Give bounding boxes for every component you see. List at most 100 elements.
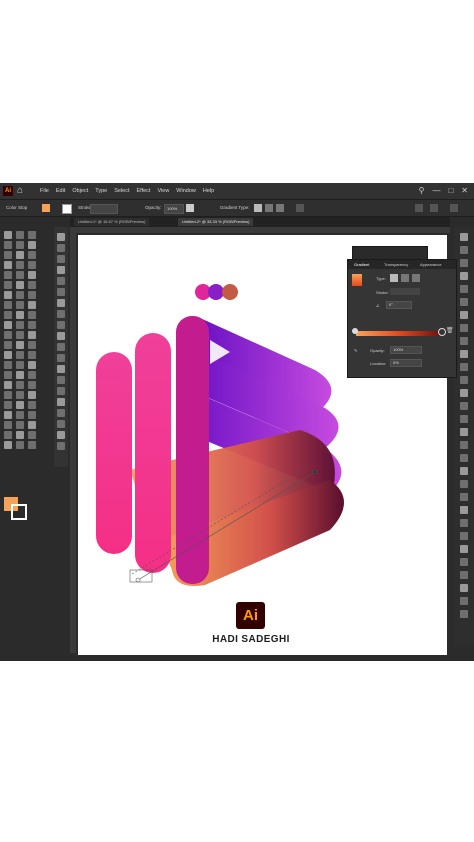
left-tool-icon[interactable] bbox=[16, 281, 24, 289]
left-tool-icon[interactable] bbox=[4, 351, 12, 359]
right-tool-icon[interactable] bbox=[460, 298, 468, 306]
maximize-icon[interactable]: □ bbox=[448, 185, 453, 196]
left-tool-icon[interactable] bbox=[28, 361, 36, 369]
opacity-field[interactable]: 100% bbox=[164, 204, 184, 214]
logo-artwork[interactable] bbox=[78, 235, 447, 655]
left-tool-icon[interactable] bbox=[4, 421, 12, 429]
left-tool-icon[interactable] bbox=[4, 331, 12, 339]
stroke-swatch[interactable] bbox=[62, 204, 72, 214]
right-tool-icon[interactable] bbox=[460, 324, 468, 332]
left-tool-icon[interactable] bbox=[16, 391, 24, 399]
left-tool-icon[interactable] bbox=[4, 361, 12, 369]
close-icon[interactable]: ✕ bbox=[461, 185, 468, 196]
left-tool-icon[interactable] bbox=[4, 441, 12, 449]
left-tool-icon[interactable] bbox=[28, 241, 36, 249]
left-tool-icon[interactable] bbox=[16, 321, 24, 329]
style-icon[interactable] bbox=[186, 204, 194, 212]
right-tool-icon[interactable] bbox=[460, 285, 468, 293]
menu-select[interactable]: Select bbox=[114, 188, 129, 194]
align-icon[interactable] bbox=[415, 204, 423, 212]
secondary-tool-icon[interactable] bbox=[57, 244, 65, 252]
menu-file[interactable]: File bbox=[40, 188, 49, 194]
left-tool-icon[interactable] bbox=[16, 431, 24, 439]
panel-menu-icon[interactable] bbox=[430, 204, 438, 212]
left-tool-icon[interactable] bbox=[16, 371, 24, 379]
left-tool-icon[interactable] bbox=[4, 301, 12, 309]
left-tool-icon[interactable] bbox=[4, 271, 12, 279]
secondary-tool-icon[interactable] bbox=[57, 376, 65, 384]
left-tool-icon[interactable] bbox=[16, 411, 24, 419]
delete-stop-icon[interactable]: 🗑 bbox=[446, 327, 454, 334]
left-tool-icon[interactable] bbox=[4, 261, 12, 269]
right-tool-icon[interactable] bbox=[460, 389, 468, 397]
left-tool-icon[interactable] bbox=[4, 311, 12, 319]
left-tool-icon[interactable] bbox=[16, 361, 24, 369]
left-tool-icon[interactable] bbox=[4, 431, 12, 439]
menu-edit[interactable]: Edit bbox=[56, 188, 65, 194]
left-tool-icon[interactable] bbox=[16, 441, 24, 449]
left-tool-icon[interactable] bbox=[28, 401, 36, 409]
left-tool-icon[interactable] bbox=[16, 251, 24, 259]
secondary-tool-icon[interactable] bbox=[57, 310, 65, 318]
tab-untitled-1[interactable]: Untitled-1* @ 16.67 % (RGB/Preview) bbox=[74, 218, 150, 226]
right-tool-icon[interactable] bbox=[460, 272, 468, 280]
secondary-tool-icon[interactable] bbox=[57, 365, 65, 373]
right-tool-icon[interactable] bbox=[460, 441, 468, 449]
left-tool-icon[interactable] bbox=[28, 371, 36, 379]
secondary-tool-icon[interactable] bbox=[57, 398, 65, 406]
right-tool-icon[interactable] bbox=[460, 532, 468, 540]
secondary-tool-icon[interactable] bbox=[57, 299, 65, 307]
left-tool-icon[interactable] bbox=[28, 331, 36, 339]
right-tool-icon[interactable] bbox=[460, 350, 468, 358]
left-tool-icon[interactable] bbox=[28, 301, 36, 309]
left-tool-icon[interactable] bbox=[4, 321, 12, 329]
left-tool-icon[interactable] bbox=[28, 341, 36, 349]
left-tool-icon[interactable] bbox=[4, 401, 12, 409]
left-tool-icon[interactable] bbox=[4, 391, 12, 399]
left-tool-icon[interactable] bbox=[16, 351, 24, 359]
secondary-tool-icon[interactable] bbox=[57, 354, 65, 362]
secondary-tool-icon[interactable] bbox=[57, 332, 65, 340]
home-icon[interactable]: ⌂ bbox=[17, 185, 28, 196]
right-tool-icon[interactable] bbox=[460, 402, 468, 410]
left-tool-icon[interactable] bbox=[28, 411, 36, 419]
secondary-tool-icon[interactable] bbox=[57, 442, 65, 450]
secondary-tool-icon[interactable] bbox=[57, 255, 65, 263]
left-tool-icon[interactable] bbox=[4, 411, 12, 419]
left-tool-icon[interactable] bbox=[16, 271, 24, 279]
freeform-gradient-icon[interactable] bbox=[276, 204, 284, 212]
left-tool-icon[interactable] bbox=[16, 421, 24, 429]
left-tool-icon[interactable] bbox=[28, 261, 36, 269]
stroke-color-swatch[interactable] bbox=[11, 504, 27, 520]
left-tool-icon[interactable] bbox=[28, 271, 36, 279]
right-tool-icon[interactable] bbox=[460, 467, 468, 475]
left-tool-icon[interactable] bbox=[16, 241, 24, 249]
secondary-tool-icon[interactable] bbox=[57, 409, 65, 417]
left-tool-icon[interactable] bbox=[28, 281, 36, 289]
right-tool-icon[interactable] bbox=[460, 519, 468, 527]
right-tool-icon[interactable] bbox=[460, 493, 468, 501]
left-tool-icon[interactable] bbox=[4, 291, 12, 299]
left-tool-icon[interactable] bbox=[4, 371, 12, 379]
left-tool-icon[interactable] bbox=[4, 281, 12, 289]
left-tool-icon[interactable] bbox=[28, 291, 36, 299]
right-tool-icon[interactable] bbox=[460, 311, 468, 319]
left-tool-icon[interactable] bbox=[28, 431, 36, 439]
left-tool-icon[interactable] bbox=[4, 231, 12, 239]
left-tool-icon[interactable] bbox=[16, 311, 24, 319]
linear-gradient-icon[interactable] bbox=[254, 204, 262, 212]
left-tool-icon[interactable] bbox=[4, 241, 12, 249]
left-tool-icon[interactable] bbox=[16, 341, 24, 349]
secondary-tool-icon[interactable] bbox=[57, 277, 65, 285]
secondary-tool-icon[interactable] bbox=[57, 431, 65, 439]
right-tool-icon[interactable] bbox=[460, 428, 468, 436]
fill-swatch[interactable] bbox=[42, 204, 50, 212]
left-tool-icon[interactable] bbox=[28, 381, 36, 389]
right-tool-icon[interactable] bbox=[460, 415, 468, 423]
left-tool-icon[interactable] bbox=[28, 421, 36, 429]
secondary-tool-icon[interactable] bbox=[57, 266, 65, 274]
left-tool-icon[interactable] bbox=[28, 441, 36, 449]
right-tool-icon[interactable] bbox=[460, 558, 468, 566]
right-tool-icon[interactable] bbox=[460, 259, 468, 267]
right-tool-icon[interactable] bbox=[460, 480, 468, 488]
